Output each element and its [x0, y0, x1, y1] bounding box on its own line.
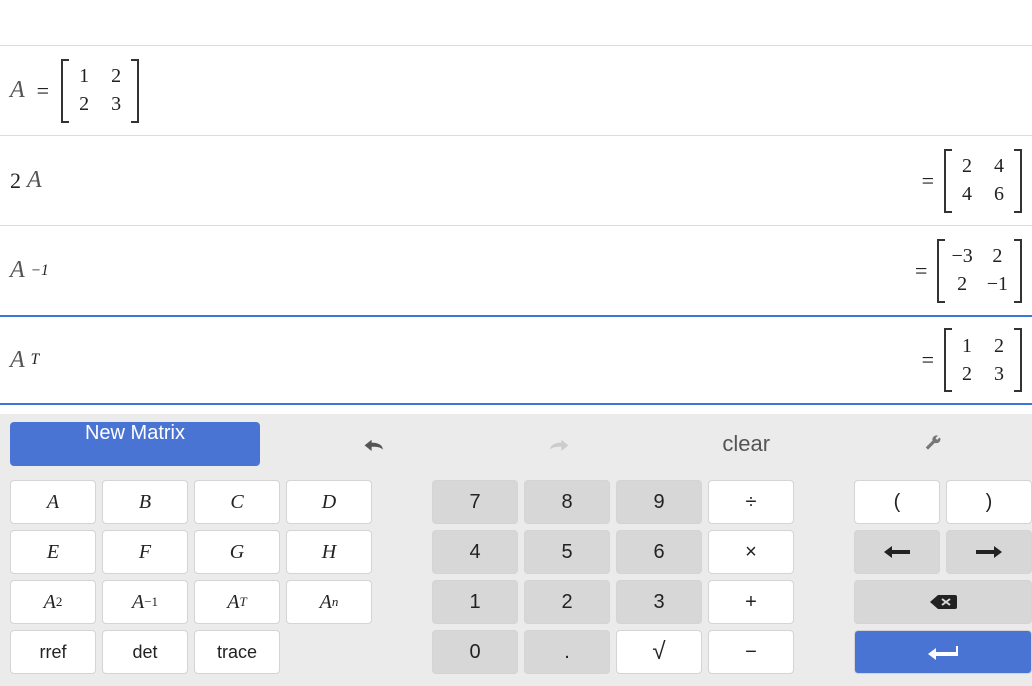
undo-button[interactable] — [280, 422, 467, 466]
expression-rows: A = 1 2 2 3 2A = 2 — [0, 0, 1032, 405]
empty-cell — [286, 630, 372, 674]
superscript: T — [31, 351, 40, 369]
new-matrix-button[interactable]: New Matrix — [10, 422, 260, 466]
key-arrow-left[interactable] — [854, 530, 940, 574]
clear-button[interactable]: clear — [653, 422, 840, 466]
key-A-power-n[interactable]: An — [286, 580, 372, 624]
numpad-keys: 7 8 9 ÷ 4 5 6 × 1 2 3 + 0 . √ − — [432, 480, 794, 674]
rhs: = −3 2 2 −1 — [909, 239, 1022, 303]
matrix: 1 2 2 3 — [61, 59, 139, 123]
key-sqrt[interactable]: √ — [616, 630, 702, 674]
key-A-transpose[interactable]: AT — [194, 580, 280, 624]
key-paren-open[interactable]: ( — [854, 480, 940, 524]
key-decimal[interactable]: . — [524, 630, 610, 674]
equals-sign: = — [37, 78, 49, 104]
key-1[interactable]: 1 — [432, 580, 518, 624]
key-8[interactable]: 8 — [524, 480, 610, 524]
empty-row[interactable] — [0, 0, 1032, 46]
lhs: 2A — [10, 167, 42, 194]
key-D[interactable]: D — [286, 480, 372, 524]
lhs: AT — [10, 347, 39, 374]
rhs: = 1 2 2 3 — [916, 328, 1022, 392]
key-multiply[interactable]: × — [708, 530, 794, 574]
equals-sign: = — [922, 168, 934, 194]
redo-button[interactable] — [467, 422, 654, 466]
variable: A — [10, 257, 25, 284]
arrow-left-icon — [882, 545, 912, 559]
expression-row[interactable]: 2A = 2 4 4 6 — [0, 136, 1032, 226]
key-F[interactable]: F — [102, 530, 188, 574]
superscript: −1 — [31, 262, 49, 280]
key-3[interactable]: 3 — [616, 580, 702, 624]
result-matrix: 1 2 2 3 — [944, 328, 1022, 392]
result-matrix: 2 4 4 6 — [944, 149, 1022, 213]
result-matrix: −3 2 2 −1 — [937, 239, 1022, 303]
keyboard-main: A B C D E F G H A2 A−1 AT An rref det tr… — [6, 480, 1026, 674]
key-5[interactable]: 5 — [524, 530, 610, 574]
key-B[interactable]: B — [102, 480, 188, 524]
equals-sign: = — [922, 347, 934, 373]
lhs: A −1 — [10, 257, 49, 284]
key-paren-close[interactable]: ) — [946, 480, 1032, 524]
variable: A — [27, 167, 42, 194]
arrow-right-icon — [974, 545, 1004, 559]
key-C[interactable]: C — [194, 480, 280, 524]
variable-keys: A B C D E F G H A2 A−1 AT An rref det tr… — [10, 480, 372, 674]
key-rref[interactable]: rref — [10, 630, 96, 674]
key-E[interactable]: E — [10, 530, 96, 574]
key-enter[interactable] — [854, 630, 1032, 674]
settings-button[interactable] — [840, 422, 1027, 466]
rhs: = 2 4 4 6 — [916, 149, 1022, 213]
variable: A — [10, 77, 25, 104]
key-H[interactable]: H — [286, 530, 372, 574]
control-keys: ( ) — [854, 480, 1032, 674]
backspace-icon — [928, 593, 958, 611]
keyboard-panel: New Matrix clear A B C D E F G H A2 A−1 … — [0, 414, 1032, 686]
redo-icon — [546, 434, 574, 454]
key-backspace[interactable] — [854, 580, 1032, 624]
key-2[interactable]: 2 — [524, 580, 610, 624]
key-trace[interactable]: trace — [194, 630, 280, 674]
variable: A — [10, 347, 25, 374]
key-det[interactable]: det — [102, 630, 188, 674]
key-6[interactable]: 6 — [616, 530, 702, 574]
enter-icon — [926, 644, 960, 660]
coefficient: 2 — [10, 168, 21, 194]
key-plus[interactable]: + — [708, 580, 794, 624]
equals-sign: = — [915, 258, 927, 284]
undo-icon — [359, 434, 387, 454]
expression-row-selected[interactable]: AT = 1 2 2 3 — [0, 315, 1032, 405]
key-A-inverse[interactable]: A−1 — [102, 580, 188, 624]
lhs: A = 1 2 2 3 — [10, 59, 139, 123]
key-4[interactable]: 4 — [432, 530, 518, 574]
key-A[interactable]: A — [10, 480, 96, 524]
key-divide[interactable]: ÷ — [708, 480, 794, 524]
key-A-squared[interactable]: A2 — [10, 580, 96, 624]
expression-row[interactable]: A −1 = −3 2 2 −1 — [0, 226, 1032, 316]
expression-row[interactable]: A = 1 2 2 3 — [0, 46, 1032, 136]
key-G[interactable]: G — [194, 530, 280, 574]
key-0[interactable]: 0 — [432, 630, 518, 674]
keyboard-toolbar: New Matrix clear — [6, 422, 1026, 466]
key-9[interactable]: 9 — [616, 480, 702, 524]
key-minus[interactable]: − — [708, 630, 794, 674]
key-7[interactable]: 7 — [432, 480, 518, 524]
wrench-icon — [919, 434, 947, 454]
key-arrow-right[interactable] — [946, 530, 1032, 574]
